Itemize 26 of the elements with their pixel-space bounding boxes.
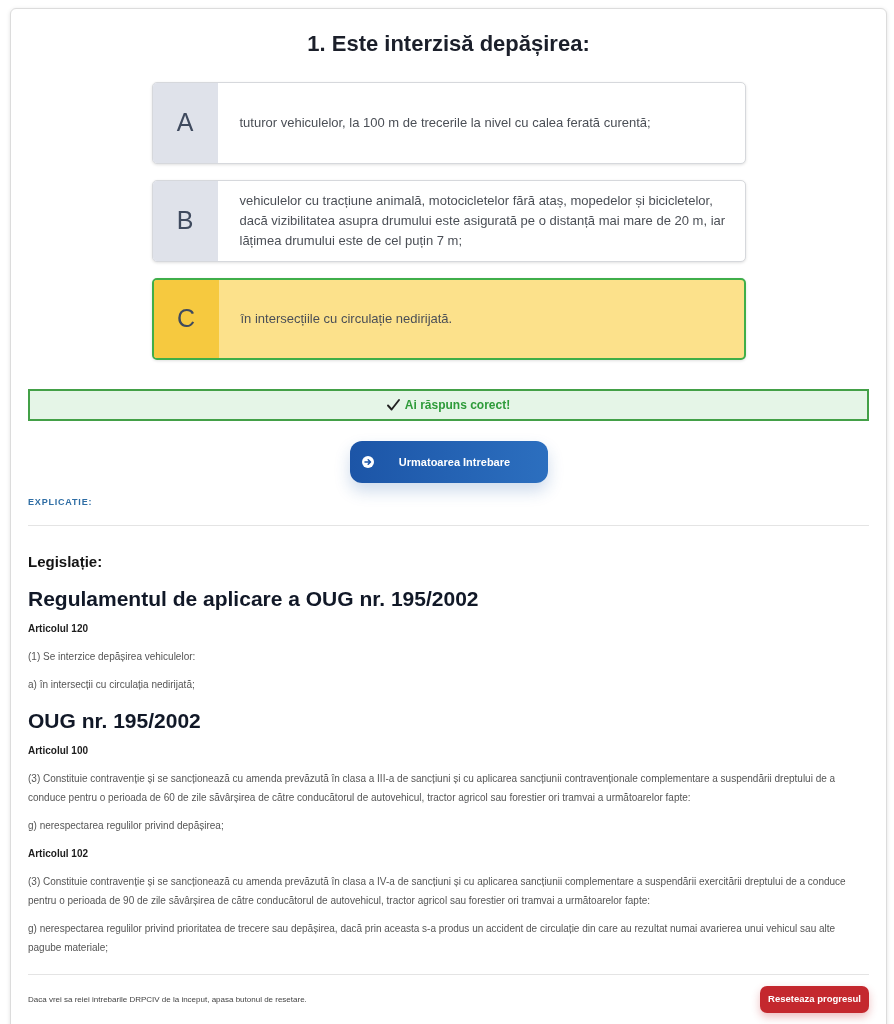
article-paragraph: a) în intersecții cu circulația nedirijată; [28, 678, 195, 692]
law-title: OUG nr. 195/2002 [28, 708, 201, 734]
explanation-label: EXPLICATIE: [28, 496, 93, 508]
result-text: Ai răspuns corect! [404, 397, 511, 414]
article-heading: Articolul 100 [28, 744, 89, 758]
answer-option[interactable]: A tuturor vehiculelor, la 100 m de trecerile la nivel cu calea ferată curentă; [151, 82, 746, 164]
next-question-button[interactable]: Urmatoarea Intrebare [349, 441, 548, 483]
article-paragraph: g) nerespectarea regulilor privind depășirea; [28, 819, 224, 833]
answer-option[interactable]: B vehiculelor cu tracțiune animală, motocicletelor fără ataș, mopedelor și bicicletelor, dacă vizibilitatea asupra drumului este asigurată pe o distanță mai mare de 20 m, iar lățimea drumului este de cel puțin 7 m; [151, 180, 746, 262]
arrow-right-circle-icon [361, 456, 374, 468]
check-icon [386, 399, 400, 411]
article-heading: Articolul 120 [28, 622, 89, 636]
article-paragraph: (3) Constituie contravenție și se sancționează cu amenda prevăzută în clasa a III-a de sancțiuni și cu aplicarea sancțiunii contravenționale complementare a suspendării dreptului de a conduce pentru o perioada de 60 de zile săvârșirea de către conducătorul de autovehicul, tractor agricol sau forestier ori tramvai a următoarelor fapte: [28, 772, 837, 805]
answer-option[interactable]: C în intersecțiile cu circulație nedirijată. [151, 278, 746, 360]
law-title: Regulamentul de aplicare a OUG nr. 195/2002 [28, 586, 479, 612]
legislation-heading: Legislație: [28, 552, 103, 572]
answer-letter-tile: C [153, 280, 219, 358]
article-paragraph: g) nerespectarea regulilor privind prioritatea de trecere sau depășirea, dacă prin aceasta s-a produs un accident de circulație din care au rezultat numai avarierea unui vehicul sau alte pagube materiale; [28, 922, 837, 955]
article-heading: Articolul 102 [28, 847, 89, 861]
reset-progress-button[interactable]: Reseteaza progresul [760, 986, 869, 1013]
answer-letter-tile: B [152, 181, 218, 261]
question-title: 1. Este interzisă depășirea: [307, 30, 590, 58]
answer-letter-tile: A [152, 83, 218, 163]
article-paragraph: (3) Constituie contravenție și se sancționează cu amenda prevăzută în clasa a IV-a de sancțiuni și cu aplicarea sancțiunii complementare a suspendării exercitării dreptului de a conduce pentru o perioada de 90 de zile săvârșirea de către conducătorul de autovehicul, tractor agricol sau forestier ori tramvai a următoarelor fapte: [28, 875, 847, 908]
footer-note: Daca vrei sa reiei intrebarile DRPCIV de la inceput, apasa butonul de resetare. [28, 993, 307, 1006]
article-paragraph: (1) Se interzice depășirea vehiculelor: [28, 650, 196, 664]
